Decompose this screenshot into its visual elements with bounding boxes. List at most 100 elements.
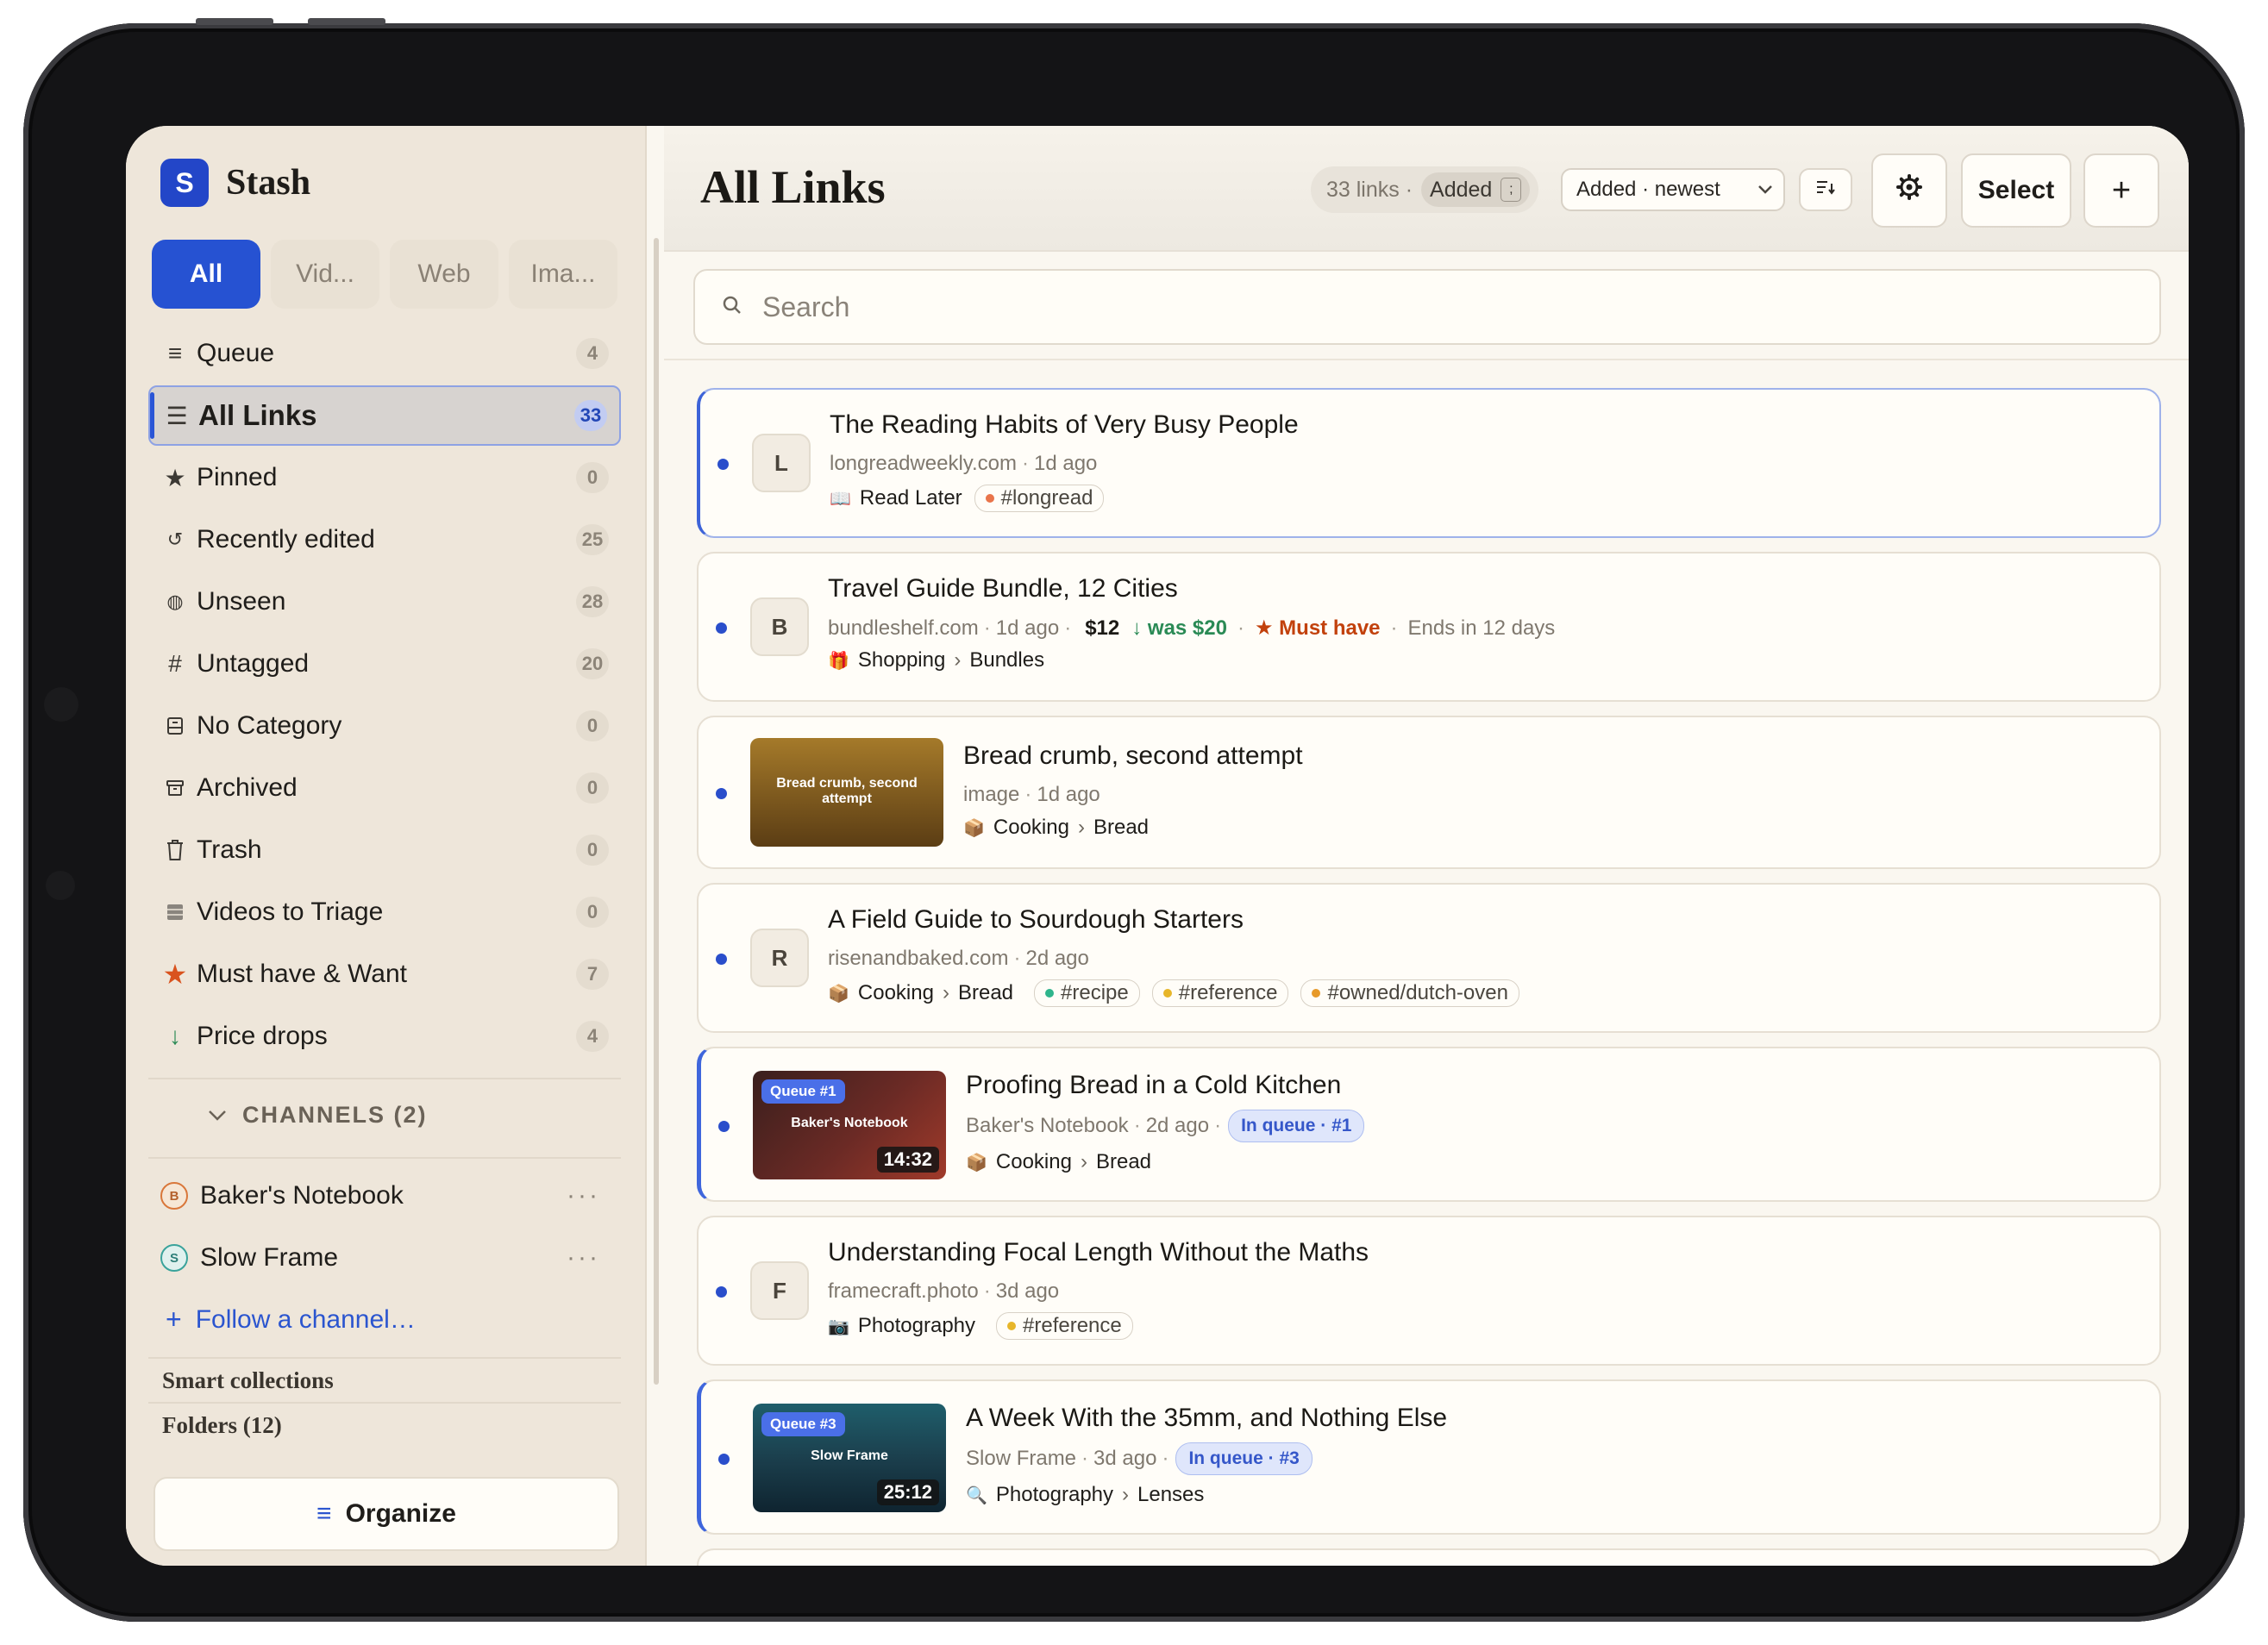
- count-badge: 0: [576, 462, 609, 493]
- divider: [148, 1357, 621, 1359]
- link-card[interactable]: Queue #1 Baker's Notebook 14:32 Proofing…: [697, 1047, 2161, 1202]
- sidebar-item-label: Untagged: [197, 649, 310, 678]
- sidebar-item-videos-to-triage[interactable]: Videos to Triage 0: [148, 882, 621, 942]
- sort-select[interactable]: Added · newest: [1561, 168, 1785, 211]
- sidebar-scrollbar[interactable]: [654, 238, 659, 1385]
- follow-channel-link[interactable]: + Follow a channel…: [166, 1304, 416, 1335]
- tag-chip[interactable]: #recipe: [1034, 979, 1140, 1007]
- category-label[interactable]: Cooking: [858, 981, 934, 1005]
- header: All Links 33 links · Added ; Added · new…: [664, 126, 2189, 252]
- count-badge: 7: [576, 959, 609, 990]
- box-icon: 📦: [966, 1153, 987, 1173]
- organize-button[interactable]: ≡ Organize: [153, 1477, 619, 1551]
- channel-item-slow-frame[interactable]: S Slow Frame ···: [160, 1232, 609, 1284]
- link-age: 2d ago: [1025, 947, 1089, 970]
- video-thumbnail[interactable]: Queue #1 Baker's Notebook 14:32: [753, 1071, 946, 1179]
- sidebar-item-label: Archived: [197, 773, 298, 802]
- category-label[interactable]: Photography: [858, 1314, 975, 1338]
- category-label[interactable]: Cooking: [993, 816, 1069, 840]
- sort-direction-button[interactable]: [1799, 168, 1852, 211]
- sidebar-item-price-drops[interactable]: ↓ Price drops 4: [148, 1006, 621, 1066]
- link-title[interactable]: A Field Guide to Sourdough Starters: [828, 905, 1244, 935]
- channels-toggle[interactable]: CHANNELS (2): [208, 1102, 428, 1129]
- link-card[interactable]: [697, 1548, 2161, 1566]
- source-avatar: L: [752, 434, 811, 492]
- queue-badge: Queue #3: [761, 1412, 845, 1436]
- unread-dot: [718, 1121, 730, 1132]
- link-card[interactable]: Bread crumb, second attempt Bread crumb,…: [697, 716, 2161, 869]
- link-title[interactable]: Proofing Bread in a Cold Kitchen: [966, 1071, 1341, 1100]
- channels-heading: CHANNELS (2): [242, 1102, 428, 1128]
- link-source: longreadweekly.com: [830, 452, 1017, 475]
- add-link-button[interactable]: +: [2083, 153, 2159, 228]
- subcategory-label[interactable]: Bundles: [969, 648, 1044, 672]
- video-thumbnail[interactable]: Queue #3 Slow Frame 25:12: [753, 1404, 946, 1512]
- category-label[interactable]: Shopping: [858, 648, 945, 672]
- subcategory-label[interactable]: Bread: [1093, 816, 1149, 840]
- tag-chip[interactable]: #reference: [996, 1312, 1133, 1340]
- tag-chip[interactable]: #longread: [974, 485, 1105, 512]
- more-icon[interactable]: ···: [567, 1243, 600, 1273]
- folders-toggle[interactable]: Folders (12): [162, 1412, 282, 1439]
- sidebar-item-untagged[interactable]: # Untagged 20: [148, 634, 621, 694]
- smart-collections-toggle[interactable]: Smart collections: [162, 1367, 334, 1394]
- link-title[interactable]: Travel Guide Bundle, 12 Cities: [828, 574, 1178, 604]
- filter-tab-all[interactable]: All: [152, 240, 260, 309]
- breadcrumb-separator: ›: [954, 648, 962, 672]
- category-label[interactable]: Read Later: [860, 486, 962, 510]
- link-age: 3d ago: [1093, 1447, 1157, 1470]
- subcategory-label[interactable]: Lenses: [1137, 1483, 1204, 1507]
- sidebar-item-queue[interactable]: ≡ Queue 4: [148, 323, 621, 384]
- link-tags: 🔍 Photography › Lenses: [966, 1483, 1204, 1507]
- link-tags: 🎁 Shopping › Bundles: [828, 648, 1044, 672]
- list-icon: ≡: [167, 340, 183, 366]
- tray-icon: [160, 696, 190, 756]
- select-button[interactable]: Select: [1961, 153, 2071, 228]
- queue-status-pill[interactable]: In queue · #3: [1175, 1442, 1313, 1475]
- link-card[interactable]: B Travel Guide Bundle, 12 Cities bundles…: [697, 552, 2161, 702]
- link-count-pill[interactable]: 33 links · Added ;: [1311, 166, 1539, 213]
- sidebar-item-pinned[interactable]: ★ Pinned 0: [148, 447, 621, 508]
- category-label[interactable]: Cooking: [996, 1150, 1072, 1174]
- source-avatar: R: [750, 929, 809, 987]
- channel-avatar: S: [160, 1244, 188, 1272]
- subcategory-label[interactable]: Bread: [1096, 1150, 1151, 1174]
- link-card[interactable]: R A Field Guide to Sourdough Starters ri…: [697, 883, 2161, 1033]
- more-icon[interactable]: ···: [567, 1181, 600, 1210]
- tag-label: #reference: [1178, 981, 1278, 1004]
- sidebar-item-trash[interactable]: Trash 0: [148, 820, 621, 880]
- category-label[interactable]: Photography: [996, 1483, 1113, 1507]
- link-age: 3d ago: [995, 1279, 1060, 1303]
- sidebar-item-unseen[interactable]: ◍ Unseen 28: [148, 572, 621, 632]
- settings-button[interactable]: [1871, 153, 1947, 228]
- link-title[interactable]: Bread crumb, second attempt: [963, 741, 1303, 771]
- filter-tab-images[interactable]: Ima...: [509, 240, 617, 309]
- sidebar-item-all-links[interactable]: ☰ All Links 33: [148, 385, 621, 446]
- filter-tab-web[interactable]: Web: [390, 240, 498, 309]
- channel-item-bakers-notebook[interactable]: B Baker's Notebook ···: [160, 1170, 609, 1222]
- link-title[interactable]: Understanding Focal Length Without the M…: [828, 1238, 1369, 1267]
- camera-icon: 📷: [828, 1317, 849, 1336]
- link-source: image: [963, 783, 1020, 806]
- sidebar-item-label: Recently edited: [197, 525, 375, 554]
- sidebar-item-must-have-want[interactable]: ★ Must have & Want 7: [148, 944, 621, 1004]
- link-card[interactable]: L The Reading Habits of Very Busy People…: [697, 388, 2161, 538]
- link-card[interactable]: F Understanding Focal Length Without the…: [697, 1216, 2161, 1366]
- tag-chip[interactable]: #owned/dutch-oven: [1300, 979, 1519, 1007]
- sidebar-item-archived[interactable]: Archived 0: [148, 758, 621, 818]
- count-badge: 0: [576, 897, 609, 928]
- link-title[interactable]: A Week With the 35mm, and Nothing Else: [966, 1404, 1447, 1433]
- link-card[interactable]: Queue #3 Slow Frame 25:12 A Week With th…: [697, 1379, 2161, 1535]
- filter-tab-videos[interactable]: Vid...: [271, 240, 379, 309]
- link-title[interactable]: The Reading Habits of Very Busy People: [830, 410, 1299, 440]
- sidebar-item-recently-edited[interactable]: ↺ Recently edited 25: [148, 510, 621, 570]
- queue-status-pill[interactable]: In queue · #1: [1228, 1110, 1365, 1142]
- tag-dot: [985, 494, 994, 503]
- queue-badge: Queue #1: [761, 1079, 845, 1104]
- sidebar-item-no-category[interactable]: No Category 0: [148, 696, 621, 756]
- tag-chip[interactable]: #reference: [1151, 979, 1289, 1007]
- search-input[interactable]: [761, 290, 2058, 324]
- deal-ends: Ends in 12 days: [1407, 616, 1556, 640]
- subcategory-label[interactable]: Bread: [958, 981, 1013, 1005]
- priority-badge: ★ Must have: [1254, 616, 1381, 640]
